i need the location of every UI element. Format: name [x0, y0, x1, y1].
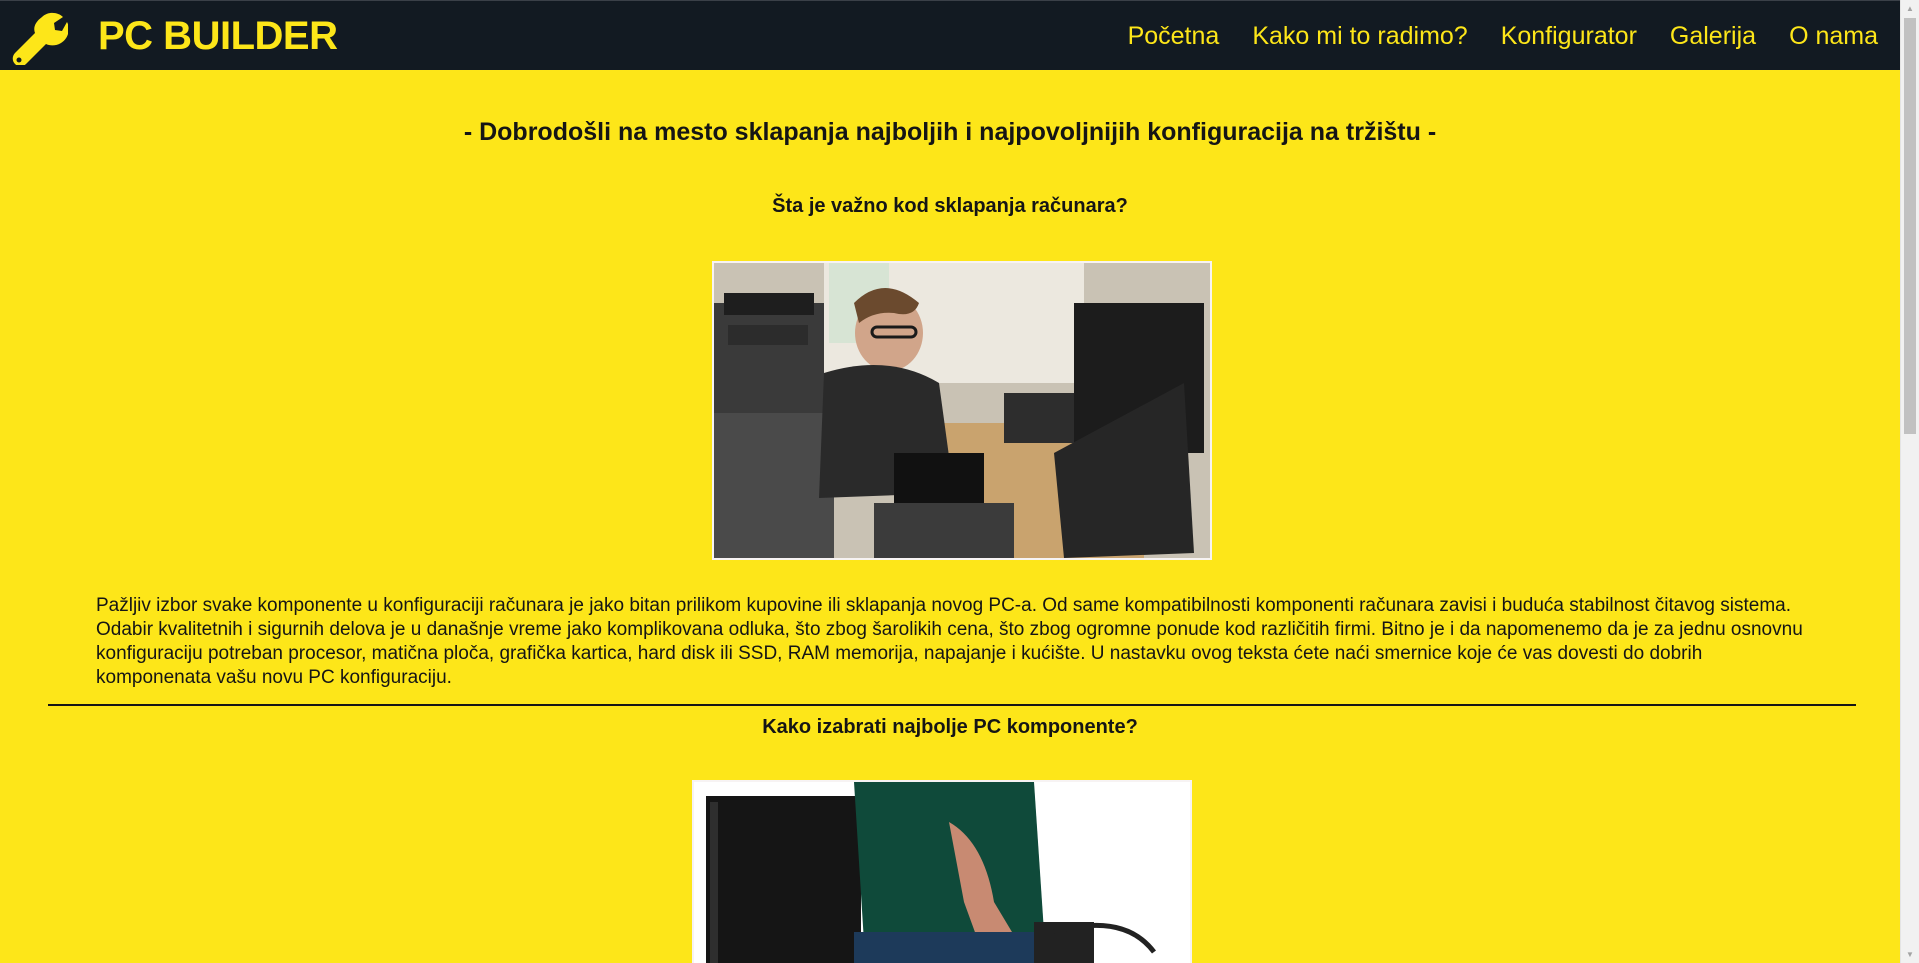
photo-pc-case-assembly [692, 780, 1192, 963]
nav-link-pocetna[interactable]: Početna [1128, 1, 1220, 71]
welcome-heading: - Dobrodošli na mesto sklapanja najbolji… [463, 118, 1437, 146]
main-nav: Početna Kako mi to radimo? Konfigurator … [1095, 1, 1900, 71]
page-scrollbar[interactable]: ▲ ▼ [1900, 0, 1919, 963]
nav-link-kako-radimo[interactable]: Kako mi to radimo? [1252, 1, 1467, 71]
brand-logo-link[interactable]: PC BUILDER [98, 13, 338, 59]
scroll-up-arrow-icon[interactable]: ▲ [1901, 0, 1919, 17]
wrench-icon[interactable] [12, 9, 68, 65]
photo-man-building-pc-graphic [714, 263, 1210, 558]
section-heading-important: Šta je važno kod sklapanja računara? [772, 195, 1128, 217]
scrollbar-thumb[interactable] [1904, 18, 1916, 434]
photo-man-building-pc [712, 261, 1212, 560]
top-navbar: PC BUILDER Početna Kako mi to radimo? Ko… [0, 0, 1900, 70]
section-heading-how: Kako izabrati najbolje PC komponente? [762, 716, 1138, 738]
intro-paragraph: Pažljiv izbor svake komponente u konfigu… [96, 595, 1803, 688]
nav-link-konfigurator[interactable]: Konfigurator [1501, 1, 1637, 71]
page: PC BUILDER Početna Kako mi to radimo? Ko… [0, 0, 1919, 963]
scroll-down-arrow-icon[interactable]: ▼ [1901, 946, 1919, 963]
nav-link-o-nama[interactable]: O nama [1789, 1, 1878, 71]
nav-link-galerija[interactable]: Galerija [1670, 1, 1756, 71]
photo-pc-case-assembly-graphic [694, 782, 1190, 963]
section-divider [48, 704, 1856, 706]
